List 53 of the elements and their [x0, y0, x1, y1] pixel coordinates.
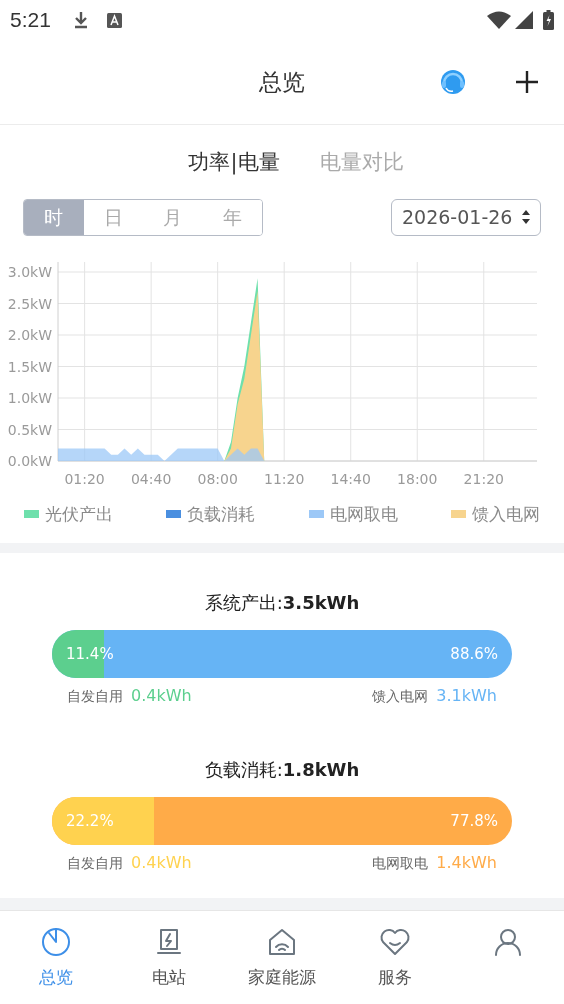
period-tab[interactable]: 时 — [24, 199, 84, 235]
legend-swatch — [308, 510, 324, 519]
nav-tab[interactable]: 电站 — [112, 925, 226, 991]
legend-label: 电网取电 — [329, 502, 398, 526]
x-axis-label: 04:40 — [130, 470, 172, 487]
caption-value: 0.4kWh — [131, 852, 192, 874]
percent-label: 77.8% — [450, 810, 498, 832]
download-icon — [72, 11, 89, 29]
view-tab[interactable]: 电量对比 — [319, 147, 404, 179]
y-axis-label: 1.0kW — [7, 389, 52, 406]
percent-label: 88.6% — [450, 643, 498, 665]
x-axis-label: 01:20 — [64, 470, 105, 487]
summary-title: 系统产出:3.5kWh — [204, 591, 360, 615]
legend-label: 负载消耗 — [187, 502, 256, 526]
customer-service-icon[interactable] — [438, 67, 468, 97]
sort-arrows-icon — [522, 209, 530, 225]
add-icon[interactable] — [514, 69, 540, 95]
x-axis-label: 08:00 — [197, 470, 238, 487]
caption-label: 自发自用 — [67, 853, 123, 873]
keyboard-app-icon — [106, 12, 122, 28]
x-axis-label: 21:20 — [463, 470, 504, 487]
percent-label: 22.2% — [66, 810, 114, 832]
caption-label: 自发自用 — [67, 686, 123, 706]
view-tab[interactable]: 功率|电量 — [188, 147, 280, 179]
nav-tab[interactable]: 总览 — [0, 925, 113, 991]
wifi-icon — [487, 11, 511, 29]
legend-label: 光伏产出 — [45, 502, 113, 526]
caption-value: 1.4kWh — [436, 852, 497, 874]
x-axis-label: 14:40 — [330, 470, 371, 487]
y-axis-label: 2.5kW — [7, 295, 52, 311]
date-picker[interactable]: 2026-01-26 — [391, 198, 541, 236]
caption-value: 3.1kWh — [436, 685, 497, 707]
legend-swatch — [166, 510, 182, 519]
legend-label: 馈入电网 — [472, 502, 540, 526]
y-axis-label: 0.0kW — [7, 452, 52, 469]
caption-value: 0.4kWh — [131, 685, 192, 707]
legend-swatch — [451, 510, 466, 519]
signal-icon — [515, 11, 533, 29]
y-axis-label: 2.0kW — [7, 326, 52, 343]
caption-label: 馈入电网 — [372, 686, 429, 706]
battery-icon — [543, 10, 554, 30]
y-axis-label: 0.5kW — [7, 421, 52, 437]
x-axis-label: 11:20 — [264, 470, 305, 487]
legend-swatch — [24, 510, 39, 519]
nav-tab[interactable]: 家庭能源 — [225, 925, 339, 991]
y-axis-label: 3.0kW — [7, 263, 52, 280]
clock: 5:21 — [10, 7, 51, 34]
x-axis-label: 18:00 — [397, 470, 438, 487]
nav-tab[interactable]: 服务 — [338, 925, 452, 991]
page-title: 总览 — [259, 67, 305, 97]
summary-title: 负载消耗:1.8kWh — [204, 758, 360, 782]
caption-label: 电网取电 — [372, 853, 429, 873]
y-axis-label: 1.5kW — [7, 358, 52, 374]
